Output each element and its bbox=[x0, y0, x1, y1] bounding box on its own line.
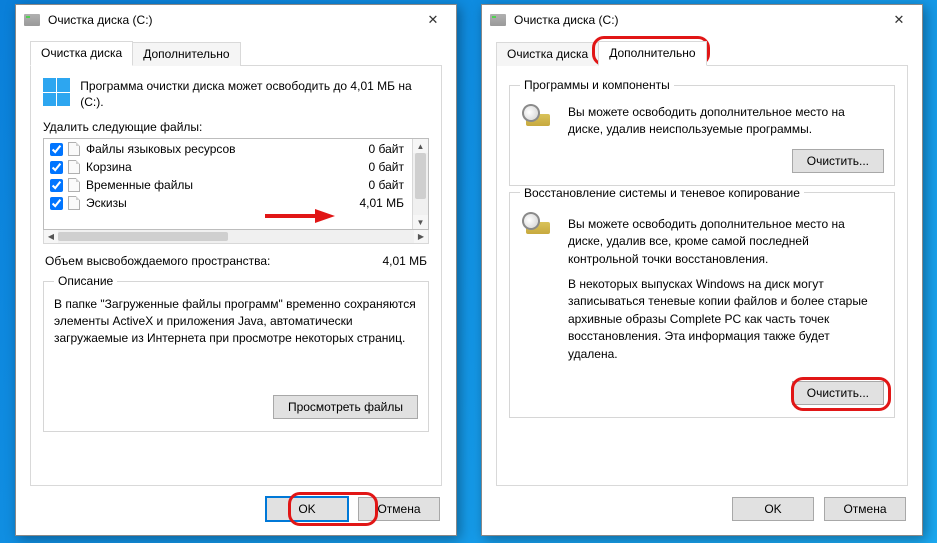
file-name: Файлы языковых ресурсов bbox=[86, 142, 353, 156]
scroll-down-icon[interactable]: ▼ bbox=[413, 215, 428, 229]
programs-components-group: Программы и компоненты Вы можете освобод… bbox=[509, 78, 895, 186]
list-item[interactable]: Эскизы 4,01 МБ bbox=[44, 194, 412, 212]
list-item[interactable]: Корзина 0 байт bbox=[44, 158, 412, 176]
drive-icon bbox=[490, 14, 506, 26]
disk-cleanup-dialog-main: Очистка диска (C:) ✕ Очистка диска Допол… bbox=[15, 4, 457, 536]
tab-disk-cleanup[interactable]: Очистка диска bbox=[496, 42, 599, 66]
cancel-button[interactable]: Отмена bbox=[358, 497, 440, 521]
file-icon bbox=[68, 178, 80, 192]
file-list: Файлы языковых ресурсов 0 байт Корзина 0… bbox=[43, 138, 429, 230]
view-files-button[interactable]: Просмотреть файлы bbox=[273, 395, 418, 419]
window-title: Очистка диска (C:) bbox=[514, 13, 882, 27]
description-legend: Описание bbox=[54, 274, 117, 288]
tab-content-main: Программа очистки диска может освободить… bbox=[30, 66, 442, 486]
file-checkbox[interactable] bbox=[50, 197, 63, 210]
scroll-thumb[interactable] bbox=[415, 153, 426, 199]
file-icon bbox=[68, 142, 80, 156]
vertical-scrollbar[interactable]: ▲ ▼ bbox=[412, 139, 428, 229]
disk-cleanup-dialog-advanced: Очистка диска (C:) ✕ Очистка диска Допол… bbox=[481, 4, 923, 536]
restore-text-2: В некоторых выпусках Windows на диск мог… bbox=[568, 276, 882, 363]
restore-text-1: Вы можете освободить дополнительное мест… bbox=[568, 216, 882, 268]
system-restore-group: Восстановление системы и теневое копиров… bbox=[509, 186, 895, 418]
delete-files-label: Удалить следующие файлы: bbox=[43, 120, 429, 134]
file-name: Эскизы bbox=[86, 196, 353, 210]
file-name: Временные файлы bbox=[86, 178, 353, 192]
list-item[interactable]: Временные файлы 0 байт bbox=[44, 176, 412, 194]
freeable-space-text: Программа очистки диска может освободить… bbox=[80, 78, 429, 110]
file-checkbox[interactable] bbox=[50, 143, 63, 156]
file-size: 0 байт bbox=[353, 142, 408, 156]
file-name: Корзина bbox=[86, 160, 353, 174]
file-size: 0 байт bbox=[353, 178, 408, 192]
file-size: 4,01 МБ bbox=[353, 196, 408, 210]
window-title: Очистка диска (C:) bbox=[48, 13, 416, 27]
total-freed-label: Объем высвобождаемого пространства: bbox=[45, 254, 270, 268]
scroll-up-icon[interactable]: ▲ bbox=[413, 139, 428, 153]
tab-strip: Очистка диска Дополнительно bbox=[30, 41, 442, 66]
titlebar[interactable]: Очистка диска (C:) ✕ bbox=[482, 5, 922, 35]
description-group: Описание В папке "Загруженные файлы прог… bbox=[43, 274, 429, 431]
ok-button[interactable]: OK bbox=[266, 497, 348, 521]
windows-logo-icon bbox=[43, 78, 70, 106]
file-checkbox[interactable] bbox=[50, 179, 63, 192]
cleanup-utility-icon bbox=[522, 104, 556, 132]
file-checkbox[interactable] bbox=[50, 161, 63, 174]
list-item[interactable]: Файлы языковых ресурсов 0 байт bbox=[44, 140, 412, 158]
scroll-right-icon[interactable]: ▶ bbox=[414, 230, 428, 243]
drive-icon bbox=[24, 14, 40, 26]
tab-advanced[interactable]: Дополнительно bbox=[132, 42, 240, 66]
tab-advanced[interactable]: Дополнительно bbox=[598, 41, 706, 66]
ok-button[interactable]: OK bbox=[732, 497, 814, 521]
close-button[interactable]: ✕ bbox=[416, 9, 450, 31]
clean-programs-button[interactable]: Очистить... bbox=[792, 149, 884, 173]
scroll-left-icon[interactable]: ◀ bbox=[44, 230, 58, 243]
cleanup-utility-icon bbox=[522, 212, 556, 240]
description-text: В папке "Загруженные файлы программ" вре… bbox=[54, 296, 418, 346]
programs-legend: Программы и компоненты bbox=[520, 78, 674, 92]
programs-text: Вы можете освободить дополнительное мест… bbox=[568, 104, 882, 139]
scroll-thumb[interactable] bbox=[58, 232, 228, 241]
tab-content-advanced: Программы и компоненты Вы можете освобод… bbox=[496, 66, 908, 486]
total-freed-value: 4,01 МБ bbox=[382, 254, 427, 268]
clean-restore-button[interactable]: Очистить... bbox=[792, 381, 884, 405]
titlebar[interactable]: Очистка диска (C:) ✕ bbox=[16, 5, 456, 35]
tab-disk-cleanup[interactable]: Очистка диска bbox=[30, 41, 133, 66]
close-button[interactable]: ✕ bbox=[882, 9, 916, 31]
file-icon bbox=[68, 160, 80, 174]
restore-legend: Восстановление системы и теневое копиров… bbox=[520, 186, 804, 200]
cancel-button[interactable]: Отмена bbox=[824, 497, 906, 521]
tab-strip: Очистка диска Дополнительно bbox=[496, 41, 908, 66]
horizontal-scrollbar[interactable]: ◀ ▶ bbox=[43, 230, 429, 244]
file-size: 0 байт bbox=[353, 160, 408, 174]
file-icon bbox=[68, 196, 80, 210]
